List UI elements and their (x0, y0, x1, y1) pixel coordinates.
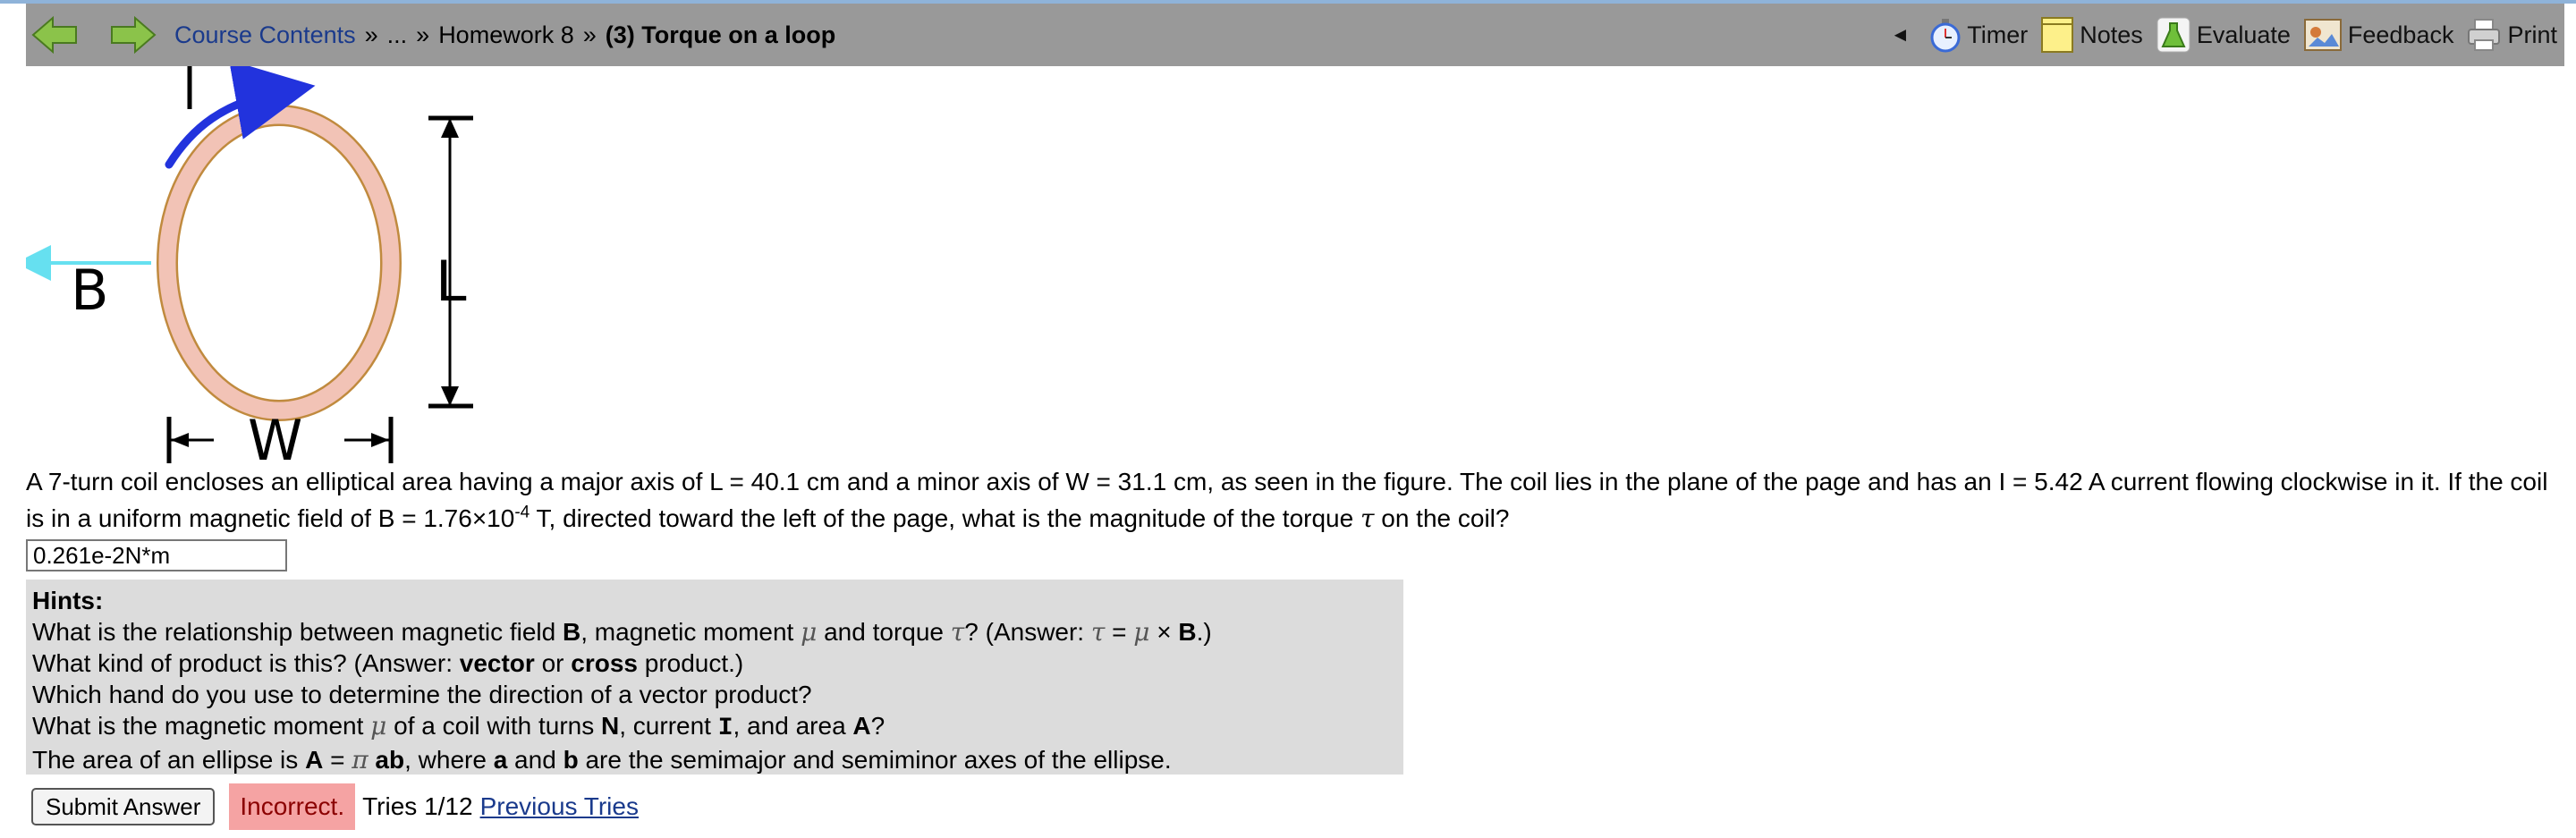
current-label: I (178, 82, 179, 87)
mu-symbol: μ (801, 617, 817, 647)
timer-label: Timer (1967, 21, 2028, 49)
length-label: L (436, 249, 467, 314)
hint-text: What is the relationship between magneti… (32, 618, 563, 646)
hint-2: What kind of product is this? (Answer: v… (32, 648, 1397, 679)
hint-3: Which hand do you use to determine the d… (32, 679, 1397, 710)
feedback-icon (2303, 16, 2343, 54)
hint-bold: B (1178, 618, 1196, 646)
feedback-label: Feedback (2348, 21, 2454, 49)
hint-bold: A (852, 712, 870, 740)
hint-text: of a coil with turns (386, 712, 601, 740)
hint-bold: N (601, 712, 619, 740)
nav-bar: Course Contents » ... » Homework 8 » (3)… (26, 4, 2564, 66)
hint-text: , where (404, 746, 494, 774)
evaluate-button[interactable]: Evaluate (2156, 16, 2291, 54)
incorrect-status-badge: Incorrect. (229, 783, 355, 830)
breadcrumb-separator: » (583, 21, 597, 49)
hints-box: Hints: What is the relationship between … (26, 580, 1403, 775)
breadcrumb-homework[interactable]: Homework 8 (438, 21, 574, 49)
hint-text: are the semimajor and semiminor axes of … (579, 746, 1172, 774)
hint-4: What is the magnetic moment μ of a coil … (32, 710, 1397, 744)
hint-text: = (1105, 618, 1133, 646)
mu-symbol: μ (1133, 617, 1149, 647)
mu-symbol: μ (370, 711, 386, 741)
hint-text: , current (619, 712, 717, 740)
hint-text: and (507, 746, 563, 774)
hint-text: = (323, 746, 352, 774)
hint-bold: vector (460, 649, 535, 677)
hint-1: What is the relationship between magneti… (32, 616, 1397, 648)
hint-bold: b (564, 746, 579, 774)
stopwatch-icon (1929, 17, 1962, 53)
answer-actions: Submit Answer Incorrect. Tries 1/12 Prev… (26, 783, 639, 830)
problem-text-3: on the coil? (1374, 504, 1509, 532)
hint-text: The area of an ellipse is (32, 746, 305, 774)
print-button[interactable]: Print (2466, 17, 2557, 53)
breadcrumb-current: (3) Torque on a loop (606, 21, 835, 49)
previous-tries-link[interactable]: Previous Tries (480, 792, 639, 821)
evaluate-label: Evaluate (2197, 21, 2291, 49)
breadcrumb-separator: » (416, 21, 429, 49)
problem-statement: A 7-turn coil encloses an elliptical are… (26, 463, 2548, 537)
hint-text: ? (871, 712, 886, 740)
hint-text: ? (Answer: (964, 618, 1091, 646)
problem-text-2: T, directed toward the left of the page,… (530, 504, 1360, 532)
hint-bold: a (494, 746, 508, 774)
back-arrow-icon[interactable] (30, 14, 80, 55)
forward-arrow-icon[interactable] (108, 14, 158, 55)
tau-symbol: τ (1091, 617, 1106, 647)
print-label: Print (2507, 21, 2557, 49)
tries-counter: Tries 1/12 (362, 792, 472, 821)
tau-symbol: τ (951, 617, 965, 647)
hint-bold: I (718, 715, 733, 742)
current-label-mark (187, 66, 188, 67)
hint-text: , magnetic moment (580, 618, 801, 646)
pi-symbol: π (352, 745, 368, 775)
hint-bold: A (305, 746, 323, 774)
evaluate-flask-icon (2156, 16, 2191, 54)
hint-text: product.) (638, 649, 743, 677)
hint-bold: B (563, 618, 580, 646)
hint-bold: cross (571, 649, 638, 677)
notes-button[interactable]: Notes (2040, 16, 2143, 54)
width-label: W (248, 408, 302, 469)
hint-bold: ab (369, 746, 404, 774)
breadcrumb-ellipsis[interactable]: ... (387, 21, 408, 49)
field-label: B (71, 258, 109, 323)
collapse-toolbar-icon[interactable]: ◄ (1890, 23, 1910, 47)
hint-text: , and area (733, 712, 853, 740)
feedback-button[interactable]: Feedback (2303, 16, 2454, 54)
toolbar: ◄ Timer Notes Evaluate (1890, 4, 2557, 66)
timer-button[interactable]: Timer (1929, 17, 2028, 53)
breadcrumb: Course Contents » ... » Homework 8 » (3)… (174, 4, 835, 66)
tau-symbol: τ (1360, 504, 1375, 533)
hint-5: The area of an ellipse is A = π ab, wher… (32, 744, 1397, 775)
hint-text: .) (1197, 618, 1212, 646)
notepad-icon (2040, 16, 2074, 54)
coil-figure: I B L W (26, 66, 491, 469)
breadcrumb-course-contents[interactable]: Course Contents (174, 21, 356, 49)
answer-input[interactable] (26, 539, 287, 571)
cross-symbol: × (1150, 618, 1179, 646)
printer-icon (2466, 17, 2502, 53)
hints-title: Hints: (32, 585, 1397, 616)
submit-answer-button[interactable]: Submit Answer (31, 788, 215, 825)
notes-label: Notes (2080, 21, 2143, 49)
field-exponent: -4 (514, 504, 530, 522)
hint-text: or (535, 649, 571, 677)
breadcrumb-separator: » (365, 21, 378, 49)
hint-text: What kind of product is this? (Answer: (32, 649, 460, 677)
hint-text: and torque (817, 618, 950, 646)
hint-text: What is the magnetic moment (32, 712, 370, 740)
